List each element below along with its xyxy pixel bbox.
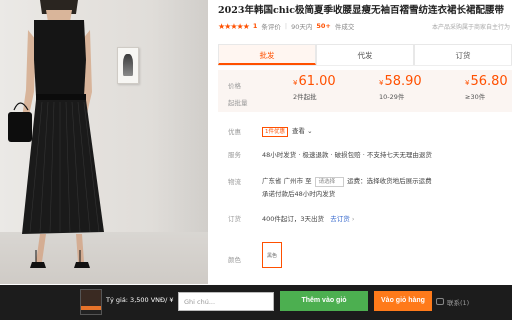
promo-view-link[interactable]: 查看 — [292, 127, 305, 135]
divider: | — [284, 22, 288, 30]
chevron-down-icon: ⌄ — [305, 127, 313, 135]
sales-prefix: 90天内 — [291, 23, 313, 31]
tab-wholesale[interactable]: 批发 — [218, 44, 316, 65]
logistics-label: 物流 — [228, 178, 241, 186]
price-box: 价格 起批量 ¥61.00 2件起批 ¥58.90 10-29件 ¥56.80 … — [218, 70, 512, 112]
product-image[interactable] — [0, 0, 208, 284]
chevron-right-icon: › — [349, 215, 355, 223]
product-title: 2023年韩国chic极简夏季收腰显瘦无袖百褶雪纺连衣裙长裙配腰带 — [218, 5, 505, 16]
ship-from: 广东省 广州市 至 — [262, 177, 312, 185]
tab-dropship[interactable]: 代发 — [316, 44, 414, 65]
rating-label: 条评价 — [261, 23, 281, 31]
logistics-row: 广东省 广州市 至请选择 运费：选择收货地后展示运费 — [262, 175, 432, 187]
rating-stars-icon: ★★★★★ — [218, 21, 250, 31]
rating-count[interactable]: 1 — [253, 22, 258, 30]
promo-row: 1件优惠 查看 ⌄ — [262, 125, 313, 137]
disclaimer-note: 本产品采购属于商家自主行为 — [431, 23, 510, 31]
product-thumbnail — [80, 289, 102, 315]
note-input[interactable] — [178, 292, 274, 311]
go-to-cart-button[interactable]: Vào giỏ hàng — [374, 291, 432, 311]
exchange-rate: Tỷ giá: 3,500 VNĐ/ ¥ — [106, 296, 174, 304]
price-value: 56.80 — [470, 74, 508, 89]
color-label: 颜色 — [228, 256, 241, 264]
tab-order[interactable]: 订货 — [414, 44, 512, 65]
price-value: 58.90 — [384, 74, 422, 89]
promo-label: 优惠 — [228, 128, 241, 136]
price-tier-3: ¥56.80 ≥30件 — [465, 74, 508, 101]
price-label: 价格 — [228, 82, 241, 90]
chat-label[interactable]: 联系(1) — [447, 297, 469, 307]
purchase-mode-tabs: 批发 代发 订货 — [218, 44, 512, 66]
ship-promise: 承诺付款后48小时内发货 — [262, 190, 336, 198]
freight-text: 运费：选择收货地后展示运费 — [347, 177, 432, 185]
rating-row: ★★★★★ 1 条评价 | 90天内 50+ 件成交 本产品采购属于商家自主行为 — [218, 20, 510, 32]
price-tier-qty: 10-29件 — [379, 93, 405, 101]
order-row: 400件起订，3天出货 去订货 › — [262, 213, 354, 223]
service-text: 48小时发货 · 极速退款 · 破损包赔 · 不支持七天无理由退货 — [262, 151, 432, 159]
price-tier-2: ¥58.90 10-29件 — [379, 74, 422, 101]
min-qty-label: 起批量 — [228, 99, 248, 107]
service-label: 服务 — [228, 151, 241, 159]
price-value: 61.00 — [298, 74, 336, 89]
price-tier-1: ¥61.00 2件起批 — [293, 74, 336, 101]
order-text: 400件起订，3天出货 — [262, 215, 325, 223]
destination-dropdown[interactable]: 请选择 — [314, 177, 345, 187]
add-to-cart-button[interactable]: Thêm vào giỏ — [280, 291, 368, 311]
go-order-link[interactable]: 去订货 — [330, 215, 350, 223]
order-label: 订货 — [228, 215, 241, 223]
price-tier-qty: 2件起批 — [293, 93, 317, 101]
sales-count: 50+ — [316, 22, 331, 30]
currency-symbol: ¥ — [379, 79, 384, 87]
promo-badge[interactable]: 1件优惠 — [262, 127, 288, 137]
price-tier-qty: ≥30件 — [465, 93, 486, 101]
chat-icon[interactable] — [436, 298, 444, 305]
sales-suffix: 件成交 — [334, 23, 355, 31]
currency-symbol: ¥ — [293, 79, 298, 87]
color-option-black[interactable]: 黑色 — [262, 242, 282, 268]
currency-symbol: ¥ — [465, 79, 470, 87]
